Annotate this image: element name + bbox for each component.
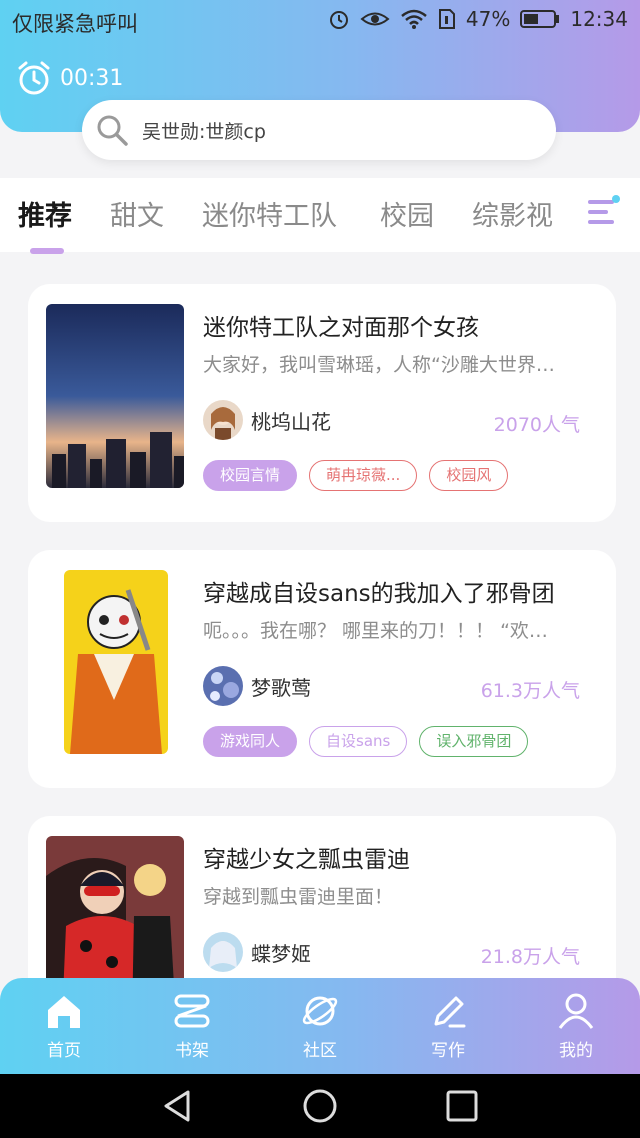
- category-menu-button[interactable]: [584, 192, 640, 236]
- popularity: 2070人气: [493, 414, 580, 436]
- tab-film-tv[interactable]: 综影视: [472, 194, 553, 233]
- book-description: 呃。。。我在哪？ 哪里来的刀！！！ “欢…: [203, 620, 548, 642]
- nav-label: 首页: [47, 1041, 81, 1061]
- system-navigation-bar: [0, 1074, 640, 1138]
- nav-label: 我的: [559, 1041, 593, 1061]
- battery-percent: 47%: [465, 7, 511, 31]
- nav-bookshelf[interactable]: 书架: [142, 992, 242, 1061]
- search-bar[interactable]: 吴世勋:世颜cp: [82, 100, 556, 160]
- tab-campus[interactable]: 校园: [380, 194, 434, 233]
- tag[interactable]: 校园风: [429, 460, 509, 491]
- tag[interactable]: 游戏同人: [203, 726, 298, 757]
- home-button-icon[interactable]: [301, 1087, 339, 1125]
- eye-icon: [360, 12, 390, 26]
- category-tabs: 推荐 甜文 迷你特工队 校园 综影视: [0, 178, 640, 252]
- nav-home[interactable]: 首页: [14, 992, 114, 1061]
- popularity: 21.8万人气: [480, 946, 580, 968]
- menu-icon: [588, 195, 620, 224]
- nav-label: 社区: [303, 1041, 337, 1061]
- timer-value: 00:31: [60, 65, 124, 91]
- clock: 12:34: [570, 7, 628, 31]
- alarm-icon: [329, 11, 348, 29]
- sim-icon: [438, 9, 455, 29]
- nav-profile[interactable]: 我的: [526, 992, 626, 1061]
- alarm-clock-icon: [18, 61, 50, 95]
- book-description: 大家好，我叫雪琳瑶，人称“沙雕大世界…: [203, 354, 555, 376]
- book-cover[interactable]: [46, 304, 184, 488]
- nav-community[interactable]: 社区: [270, 992, 370, 1061]
- avatar: [203, 400, 243, 440]
- author-name: 梦歌莺: [251, 675, 311, 700]
- bottom-navigation: 首页 书架 社区 写作 我的: [0, 978, 640, 1074]
- nav-write[interactable]: 写作: [398, 992, 498, 1061]
- book-title[interactable]: 穿越成自设sans的我加入了邪骨团: [203, 574, 555, 608]
- tag[interactable]: 萌冉琼薇...: [309, 460, 418, 491]
- tag[interactable]: 校园言情: [203, 460, 298, 491]
- book-card[interactable]: 穿越成自设sans的我加入了邪骨团 呃。。。我在哪？ 哪里来的刀！！！ “欢… …: [28, 550, 616, 788]
- author-name: 桃坞山花: [251, 409, 331, 434]
- home-icon: [48, 996, 80, 1028]
- book-card[interactable]: 迷你特工队之对面那个女孩 大家好，我叫雪琳瑶，人称“沙雕大世界… 桃坞山花 20…: [28, 284, 616, 522]
- avatar: [203, 666, 243, 706]
- tab-indicator: [30, 248, 64, 254]
- bookshelf-icon: [174, 994, 210, 1028]
- recents-icon[interactable]: [445, 1089, 479, 1123]
- status-bar: 仅限紧急呼叫 47% 12:34: [0, 0, 640, 44]
- book-title[interactable]: 迷你特工队之对面那个女孩: [203, 308, 479, 342]
- search-input[interactable]: 吴世勋:世颜cp: [142, 117, 266, 144]
- wifi-icon: [401, 9, 427, 29]
- nav-label: 写作: [431, 1041, 465, 1061]
- book-author[interactable]: 桃坞山花: [203, 400, 331, 440]
- popularity: 61.3万人气: [480, 680, 580, 702]
- user-icon: [558, 993, 594, 1029]
- tab-recommend[interactable]: 推荐: [18, 194, 72, 233]
- tag[interactable]: 误入邪骨团: [419, 726, 529, 757]
- book-description: 穿越到瓢虫雷迪里面！: [203, 886, 394, 908]
- planet-icon: [302, 996, 338, 1026]
- book-title[interactable]: 穿越少女之瓢虫雷迪: [203, 840, 410, 874]
- tag-list: 校园言情 萌冉琼薇... 校园风: [203, 460, 509, 491]
- nav-label: 书架: [175, 1041, 209, 1061]
- back-icon[interactable]: [160, 1088, 196, 1124]
- tab-sweet[interactable]: 甜文: [110, 194, 164, 233]
- tag[interactable]: 自设sans: [309, 726, 408, 757]
- pen-icon: [434, 996, 466, 1028]
- battery-icon: [520, 10, 560, 28]
- author-name: 蝶梦姬: [251, 941, 311, 966]
- book-cover[interactable]: [64, 570, 168, 754]
- book-author[interactable]: 梦歌莺: [203, 666, 311, 706]
- reading-timer[interactable]: 00:31: [16, 60, 123, 96]
- tag-list: 游戏同人 自设sans 误入邪骨团: [203, 726, 529, 757]
- avatar: [203, 932, 243, 972]
- search-icon: [97, 115, 128, 146]
- book-author[interactable]: 蝶梦姬: [203, 932, 311, 972]
- tab-mini-agents[interactable]: 迷你特工队: [202, 194, 337, 233]
- carrier-text: 仅限紧急呼叫: [12, 12, 138, 36]
